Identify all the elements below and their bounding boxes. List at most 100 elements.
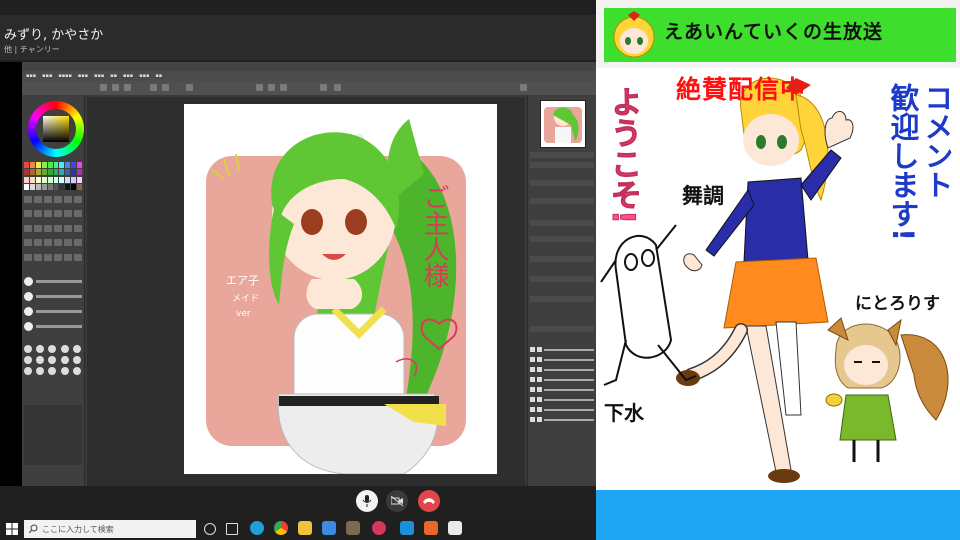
streamer-avatar	[613, 11, 655, 58]
paint-app-toolbar	[22, 81, 596, 95]
menu-item: ▪▪▪▪	[58, 73, 72, 79]
tool-palette	[24, 196, 82, 266]
app-icon[interactable]	[346, 521, 360, 535]
hangup-button[interactable]	[418, 490, 440, 512]
panel-row	[530, 162, 594, 168]
character-name-gesui: 下水	[604, 401, 644, 425]
menu-item: ▪▪	[155, 73, 163, 79]
tool-icon	[74, 210, 82, 218]
layer-item	[530, 366, 594, 373]
tool-icon	[34, 239, 42, 247]
panel-row	[530, 326, 594, 332]
svg-text:ご主人様: ご主人様	[419, 184, 449, 288]
brush-item	[24, 320, 82, 332]
character-name-maicho: 舞調	[682, 184, 724, 208]
svg-text:エア子: エア子	[226, 274, 259, 287]
toolbar-icon	[334, 84, 341, 91]
tool-icon	[64, 210, 72, 218]
skype-icon[interactable]	[400, 521, 414, 535]
tool-icon	[34, 253, 42, 261]
search-icon	[29, 524, 38, 533]
welcome-text: ようこそ!	[605, 85, 642, 225]
tool-icon	[74, 196, 82, 203]
tool-icon	[54, 239, 62, 247]
menu-item: ▪▪▪	[139, 73, 150, 79]
chrome-icon[interactable]	[274, 521, 288, 535]
brush-item	[24, 290, 82, 302]
layer-item	[530, 376, 594, 383]
brush-list	[24, 275, 82, 335]
svg-text:ver: ver	[236, 309, 251, 319]
toolbar-icon	[112, 84, 119, 91]
tool-icon	[54, 253, 62, 261]
layer-item	[530, 416, 594, 423]
panel-row	[530, 256, 594, 262]
toolbar-icon	[268, 84, 275, 91]
task-view-icon[interactable]	[226, 523, 238, 535]
tool-icon	[44, 224, 52, 232]
brush-item	[24, 305, 82, 317]
app-icon-2[interactable]	[372, 521, 386, 535]
panel-row	[530, 198, 594, 204]
panel-row	[530, 236, 594, 242]
toolbar-icon	[320, 84, 327, 91]
layer-item	[530, 356, 594, 363]
camera-off-icon	[391, 496, 403, 506]
cortana-icon[interactable]	[204, 523, 216, 535]
comment-welcome-line2: 歓迎します!	[886, 83, 920, 242]
layer-item	[530, 406, 594, 413]
tool-icon	[64, 253, 72, 261]
color-picker-square	[43, 116, 69, 142]
brush-size-grid	[24, 345, 82, 375]
call-subtitle: 他 | チャンリー	[4, 45, 60, 54]
tool-icon	[74, 224, 82, 232]
tool-icon	[24, 224, 32, 232]
store-icon[interactable]	[322, 521, 336, 535]
microphone-icon	[362, 495, 372, 507]
menu-item: ▪▪▪	[94, 73, 105, 79]
toolbar-icon	[186, 84, 193, 91]
menu-item: ▪▪▪	[42, 73, 53, 79]
toolbar-icon	[520, 84, 527, 91]
tool-icon	[44, 239, 52, 247]
tool-icon	[24, 239, 32, 247]
maid-girl-illustration: ご主人様 エア子 メイド ver	[206, 119, 466, 474]
file-explorer-icon[interactable]	[298, 521, 312, 535]
toolbar-icon	[162, 84, 169, 91]
toolbar-icon	[124, 84, 131, 91]
menu-item: ▪▪	[110, 73, 118, 79]
paint-app-menubar: ▪▪▪ ▪▪▪ ▪▪▪▪ ▪▪▪ ▪▪▪ ▪▪ ▪▪▪ ▪▪▪ ▪▪	[22, 71, 596, 81]
tool-icon	[34, 224, 42, 232]
color-swatches	[24, 162, 82, 190]
brush-item	[24, 275, 82, 287]
drawing-canvas: ご主人様 エア子 メイド ver	[184, 104, 497, 474]
paint-app-icon[interactable]	[424, 521, 438, 535]
tool-icon	[54, 210, 62, 218]
camera-toggle-button[interactable]	[386, 490, 408, 512]
layer-item	[530, 396, 594, 403]
panel-row	[530, 180, 594, 186]
tool-icon	[44, 196, 52, 203]
character-name-nitoririsu: にとろりす	[855, 294, 940, 314]
tool-icon	[24, 196, 32, 203]
paint-app-titlebar	[22, 62, 596, 71]
stream-title: えあいんていくの生放送	[664, 21, 884, 43]
windows-start-icon[interactable]	[6, 523, 18, 535]
tool-icon	[24, 210, 32, 218]
comment-welcome-line1: コメント	[920, 83, 954, 199]
notepad-icon[interactable]	[448, 521, 462, 535]
layer-item	[530, 346, 594, 353]
toolbar-icon	[150, 84, 157, 91]
panel-row	[530, 220, 594, 226]
tool-icon	[44, 253, 52, 261]
tool-icon	[54, 224, 62, 232]
overlay-bottom-bar	[596, 490, 960, 540]
navigator-preview	[544, 107, 582, 143]
mic-button[interactable]	[356, 490, 378, 512]
tool-icon	[34, 196, 42, 203]
tool-icon	[44, 210, 52, 218]
menu-item: ▪▪▪	[77, 73, 89, 79]
video-side-strip	[0, 62, 22, 486]
navigator-thumbnail	[540, 100, 586, 148]
edge-icon[interactable]	[250, 521, 264, 535]
